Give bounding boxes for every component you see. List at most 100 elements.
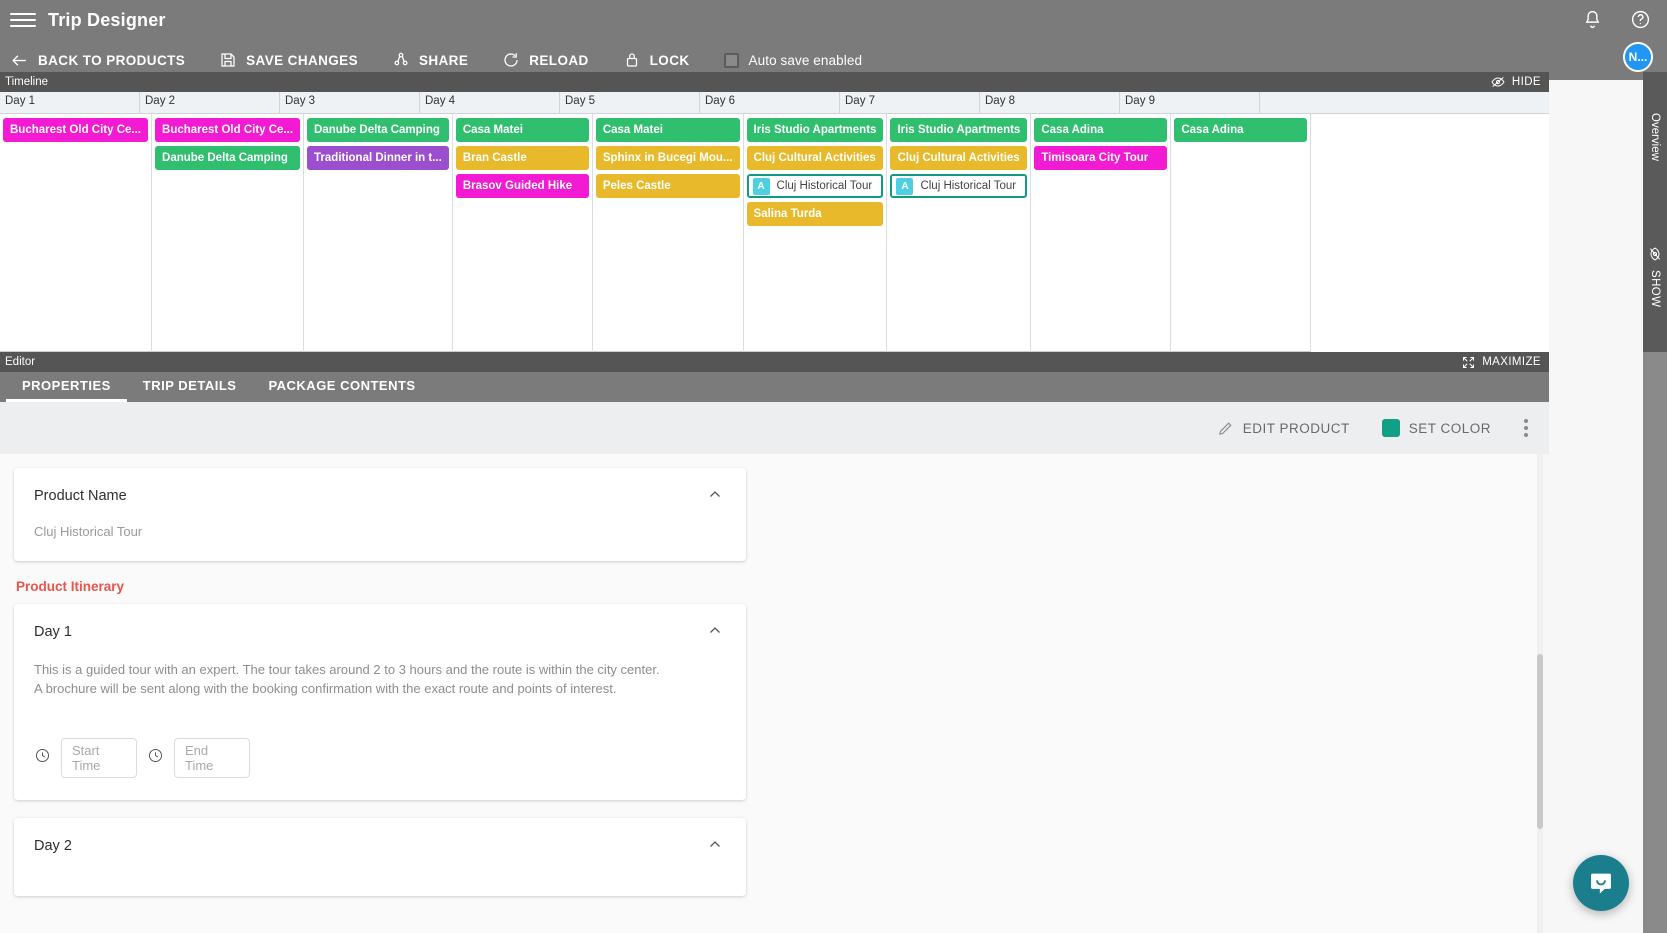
timeline-day-column[interactable]: Danube Delta Camping Traditional Dinner i… bbox=[304, 114, 453, 352]
timeline-event[interactable]: Casa Adina bbox=[1174, 118, 1308, 142]
timeline-event-label: Bucharest Old City Ce... bbox=[10, 124, 142, 136]
timeline-day-column[interactable]: Casa Adina bbox=[1171, 114, 1312, 352]
timeline-event[interactable]: Sphinx in Bucegi Mou... bbox=[595, 146, 740, 170]
timeline-event[interactable]: Traditional Dinner in t... bbox=[307, 146, 449, 170]
timeline-day-column[interactable]: Casa Adina Timisoara City Tour bbox=[1031, 114, 1172, 352]
timeline-event[interactable]: Brasov Guided Hike bbox=[455, 174, 589, 198]
timeline-day-header: Day 1 bbox=[0, 92, 140, 113]
tab-properties[interactable]: PROPERTIES bbox=[6, 372, 127, 402]
timeline-event[interactable]: Salina Turda bbox=[746, 202, 884, 226]
auto-save-toggle[interactable]: Auto save enabled bbox=[723, 52, 863, 68]
timeline-event[interactable]: Bucharest Old City Ce... bbox=[3, 118, 149, 142]
event-type-badge: A bbox=[896, 177, 914, 195]
event-type-badge: A bbox=[752, 177, 770, 195]
chat-launcher-button[interactable] bbox=[1573, 855, 1629, 911]
timeline-event-label: Bran Castle bbox=[462, 152, 527, 164]
timeline-day-column[interactable]: Iris Studio Apartments Cluj Cultural Acti… bbox=[887, 114, 1032, 352]
editor-body: Product Name Cluj Historical Tour Produc… bbox=[0, 454, 1543, 933]
timeline-event[interactable]: Casa Adina bbox=[1034, 118, 1168, 142]
timeline-event[interactable]: Timisoara City Tour bbox=[1034, 146, 1168, 170]
reload-label: RELOAD bbox=[529, 52, 589, 68]
timeline-event[interactable]: A Cluj Historical Tour bbox=[746, 174, 884, 198]
editor-action-toolbar: EDIT PRODUCT SET COLOR bbox=[0, 402, 1549, 454]
product-itinerary-label: Product Itinerary bbox=[16, 579, 125, 594]
timeline-event-label: Sphinx in Bucegi Mou... bbox=[602, 152, 733, 164]
timeline-event[interactable]: Cluj Cultural Activities bbox=[890, 146, 1028, 170]
timeline-day-header: Day 6 bbox=[700, 92, 840, 113]
timeline-day-column[interactable]: Iris Studio Apartments Cluj Cultural Acti… bbox=[744, 114, 888, 352]
timeline-event[interactable]: Peles Castle bbox=[595, 174, 740, 198]
edit-product-button[interactable]: EDIT PRODUCT bbox=[1201, 410, 1366, 446]
timeline-event-label: Bucharest Old City Ce... bbox=[162, 124, 294, 136]
timeline-event[interactable]: Bucharest Old City Ce... bbox=[155, 118, 301, 142]
editor-tabs: PROPERTIES TRIP DETAILS PACKAGE CONTENTS bbox=[0, 372, 1549, 402]
start-time-input[interactable]: Start Time bbox=[61, 738, 137, 778]
timeline-hide-button[interactable]: HIDE bbox=[1490, 74, 1549, 90]
more-options-icon[interactable] bbox=[1511, 413, 1541, 443]
timeline-event[interactable]: Danube Delta Camping bbox=[155, 146, 301, 170]
timeline-event[interactable]: Danube Delta Camping bbox=[307, 118, 449, 142]
timeline-event-label: Cluj Cultural Activities bbox=[897, 152, 1020, 164]
timeline-event-label: Brasov Guided Hike bbox=[462, 180, 573, 192]
itinerary-paragraph-2: A brochure will be sent along with the b… bbox=[34, 681, 617, 696]
rail-show-label: SHOW bbox=[1649, 270, 1661, 308]
timeline-day-header: Day 8 bbox=[980, 92, 1120, 113]
timeline-panel-bar: Timeline HIDE bbox=[0, 72, 1549, 92]
question-circle-icon[interactable] bbox=[1627, 6, 1653, 32]
editor-scrollbar[interactable] bbox=[1537, 454, 1543, 933]
rail-overview-label: Overview bbox=[1649, 113, 1661, 161]
timeline-event-label: Timisoara City Tour bbox=[1041, 152, 1149, 164]
timeline-event-label: Iris Studio Apartments bbox=[897, 124, 1021, 136]
timeline-day-column[interactable]: Bucharest Old City Ce... bbox=[0, 114, 153, 352]
tab-trip-details[interactable]: TRIP DETAILS bbox=[127, 372, 253, 402]
edit-product-label: EDIT PRODUCT bbox=[1242, 420, 1350, 436]
chevron-up-icon[interactable] bbox=[706, 622, 726, 642]
set-color-button[interactable]: SET COLOR bbox=[1366, 410, 1507, 446]
timeline-event[interactable]: Iris Studio Apartments bbox=[890, 118, 1028, 142]
auto-save-label: Auto save enabled bbox=[748, 52, 863, 68]
auto-save-checkbox[interactable] bbox=[723, 52, 739, 68]
back-to-products-label: BACK TO PRODUCTS bbox=[38, 52, 186, 68]
avatar[interactable]: N... bbox=[1623, 42, 1653, 72]
app-bar-actions bbox=[1579, 6, 1653, 32]
rail-show-button[interactable]: SHOW bbox=[1643, 202, 1667, 352]
timeline-day-header-spacer bbox=[1260, 92, 1549, 113]
timeline-event-label: Danube Delta Camping bbox=[162, 152, 288, 164]
itinerary-time-row: Start Time End Time bbox=[34, 738, 726, 778]
timeline-event[interactable]: Bran Castle bbox=[455, 146, 589, 170]
itinerary-day-header: Day 2 bbox=[14, 818, 746, 856]
chevron-up-icon[interactable] bbox=[706, 486, 726, 506]
timeline-hide-label: HIDE bbox=[1511, 76, 1541, 88]
app-bar: Trip Designer N... BACK TO PRODUCTS SAVE… bbox=[0, 0, 1667, 80]
timeline-event[interactable]: Cluj Cultural Activities bbox=[746, 146, 884, 170]
timeline-day-column[interactable]: Bucharest Old City Ce... Danube Delta Cam… bbox=[152, 114, 305, 352]
editor-scrollbar-thumb[interactable] bbox=[1537, 654, 1543, 829]
timeline-event-label: Casa Matei bbox=[602, 124, 663, 136]
bell-icon[interactable] bbox=[1579, 6, 1605, 32]
timeline-day-column[interactable]: Casa Matei Sphinx in Bucegi Mou... Peles C… bbox=[593, 114, 744, 352]
timeline-event-label: Casa Adina bbox=[1181, 124, 1244, 136]
timeline-event-label: Casa Matei bbox=[462, 124, 523, 136]
itinerary-day-card: Day 2 bbox=[14, 818, 746, 896]
tab-package-contents[interactable]: PACKAGE CONTENTS bbox=[252, 372, 431, 402]
hamburger-icon[interactable] bbox=[10, 7, 36, 33]
clock-icon bbox=[147, 747, 164, 769]
timeline-event-label: Cluj Historical Tour bbox=[776, 180, 873, 192]
end-time-input[interactable]: End Time bbox=[174, 738, 250, 778]
timeline-event[interactable]: Casa Matei bbox=[455, 118, 589, 142]
itinerary-day-body: This is a guided tour with an expert. Th… bbox=[14, 642, 746, 800]
timeline-event[interactable]: A Cluj Historical Tour bbox=[890, 174, 1028, 198]
clock-icon bbox=[34, 747, 51, 769]
editor-panel-title: Editor bbox=[5, 356, 36, 368]
timeline-event[interactable]: Casa Matei bbox=[595, 118, 740, 142]
product-name-value[interactable]: Cluj Historical Tour bbox=[34, 524, 726, 539]
right-rail: Overview SHOW bbox=[1643, 72, 1667, 933]
rail-tab-overview[interactable]: Overview bbox=[1643, 72, 1667, 202]
save-changes-label: SAVE CHANGES bbox=[246, 52, 358, 68]
product-name-card-header: Product Name bbox=[14, 468, 746, 506]
timeline-day-header: Day 2 bbox=[140, 92, 280, 113]
timeline-day-column[interactable]: Casa Matei Bran Castle Brasov Guided Hike bbox=[453, 114, 593, 352]
editor-maximize-button[interactable]: MAXIMIZE bbox=[1461, 355, 1549, 370]
chevron-up-icon[interactable] bbox=[706, 836, 726, 856]
timeline-event[interactable]: Iris Studio Apartments bbox=[746, 118, 884, 142]
